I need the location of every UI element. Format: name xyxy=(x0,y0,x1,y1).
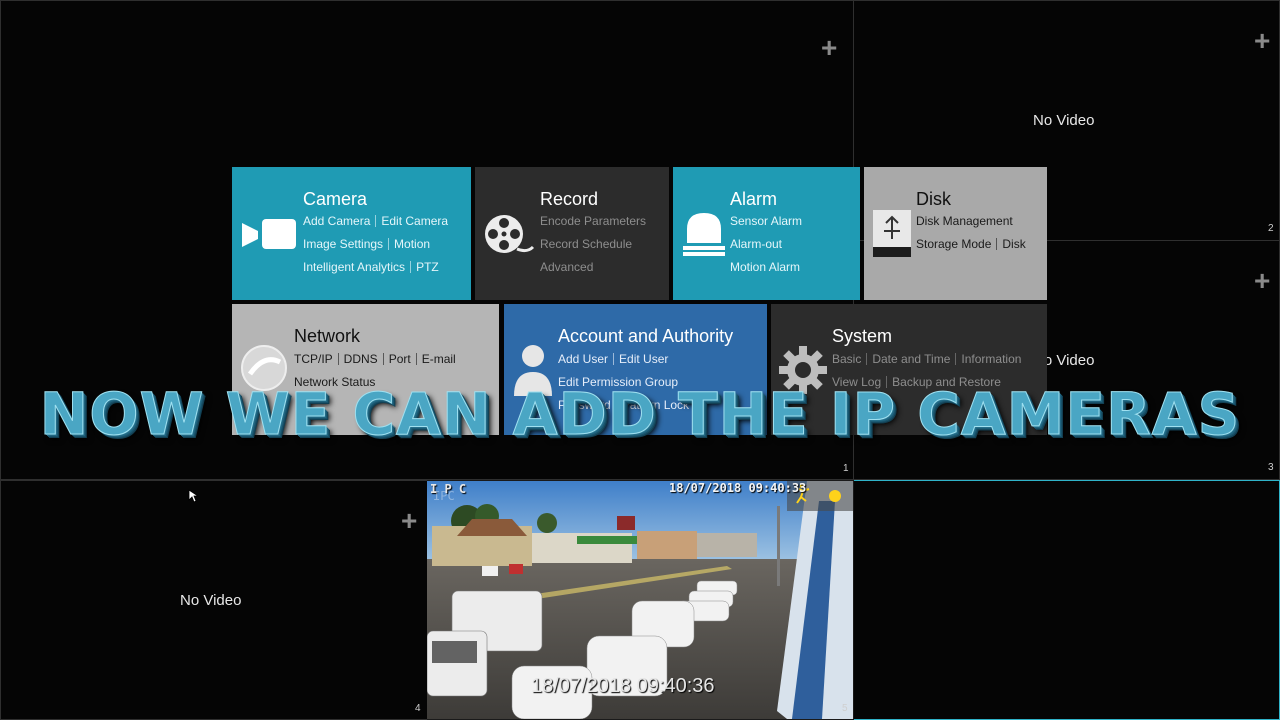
link-disk[interactable]: Disk xyxy=(1002,237,1025,251)
link-edit-user[interactable]: Edit User xyxy=(619,352,668,366)
alarm-light-icon xyxy=(683,213,725,256)
osd-timestamp-bottom: 18/07/2018 09:40:36 xyxy=(531,675,715,697)
link-port[interactable]: Port xyxy=(389,352,411,366)
menu-card-alarm[interactable]: Alarm Sensor Alarm Alarm-out Motion Alar… xyxy=(673,167,860,300)
menu-card-record[interactable]: Record Encode Parameters Record Schedule… xyxy=(475,167,669,300)
link-email[interactable]: E-mail xyxy=(422,352,456,366)
disk-drive-icon xyxy=(873,210,911,257)
add-camera-plus-icon[interactable]: + xyxy=(821,34,837,62)
film-reel-icon xyxy=(485,215,535,253)
link-alarm-out[interactable]: Alarm-out xyxy=(730,237,782,251)
link-basic[interactable]: Basic xyxy=(832,352,861,366)
channel-tile-4[interactable]: + No Video 4 xyxy=(0,480,428,720)
menu-title-alarm: Alarm xyxy=(730,189,778,209)
channel-number: 4 xyxy=(415,703,421,714)
link-record-schedule[interactable]: Record Schedule xyxy=(540,237,632,251)
channel-number: 5 xyxy=(842,703,848,714)
osd-timestamp-top: 18/07/2018 09:40:33 xyxy=(669,481,807,495)
no-video-label: No Video xyxy=(180,592,242,609)
link-date-and-time[interactable]: Date and Time xyxy=(872,352,950,366)
link-ptz[interactable]: PTZ xyxy=(416,260,439,274)
menu-title-account: Account and Authority xyxy=(558,326,734,346)
no-video-label: No Video xyxy=(1033,112,1095,129)
add-camera-plus-icon[interactable]: + xyxy=(1254,267,1270,295)
add-camera-plus-icon[interactable]: + xyxy=(401,507,417,535)
link-motion-alarm[interactable]: Motion Alarm xyxy=(730,260,800,274)
menu-title-system: System xyxy=(832,326,893,346)
video-camera-icon xyxy=(242,219,296,249)
channel-number: 2 xyxy=(1268,223,1274,234)
menu-title-record: Record xyxy=(540,189,599,209)
link-ddns[interactable]: DDNS xyxy=(344,352,378,366)
channel-number: 1 xyxy=(843,463,849,474)
link-advanced[interactable]: Advanced xyxy=(540,260,593,274)
menu-card-camera[interactable]: Camera Add Camera Edit Camera Image Setti… xyxy=(232,167,471,300)
link-intelligent-analytics[interactable]: Intelligent Analytics xyxy=(303,260,405,274)
menu-title-camera: Camera xyxy=(303,189,368,209)
mouse-cursor-icon xyxy=(188,489,200,503)
link-add-camera[interactable]: Add Camera xyxy=(303,214,370,228)
link-add-user[interactable]: Add User xyxy=(558,352,608,366)
osd-channel-name: IPC xyxy=(433,489,455,503)
link-disk-management[interactable]: Disk Management xyxy=(916,214,1013,228)
link-edit-camera[interactable]: Edit Camera xyxy=(381,214,448,228)
menu-title-disk: Disk xyxy=(916,189,951,209)
link-encode-parameters[interactable]: Encode Parameters xyxy=(540,214,646,228)
channel-tile-6[interactable] xyxy=(853,480,1280,720)
channel-number: 3 xyxy=(1268,462,1274,473)
link-image-settings[interactable]: Image Settings xyxy=(303,237,383,251)
camera-feed: I P C IPC 18/07/2018 09:40:33 18/07/2018… xyxy=(427,481,853,719)
overlay-banner-text: NOW WE CAN ADD THE IP CAMERAS xyxy=(39,380,1241,449)
link-sensor-alarm[interactable]: Sensor Alarm xyxy=(730,214,802,228)
link-motion[interactable]: Motion xyxy=(394,237,430,251)
menu-title-network: Network xyxy=(294,326,361,346)
link-tcpip[interactable]: TCP/IP xyxy=(294,352,333,366)
add-camera-plus-icon[interactable]: + xyxy=(1254,27,1270,55)
menu-card-disk[interactable]: Disk Disk Management Storage Mode Disk xyxy=(864,167,1047,300)
link-storage-mode[interactable]: Storage Mode xyxy=(916,237,991,251)
link-information[interactable]: Information xyxy=(961,352,1021,366)
